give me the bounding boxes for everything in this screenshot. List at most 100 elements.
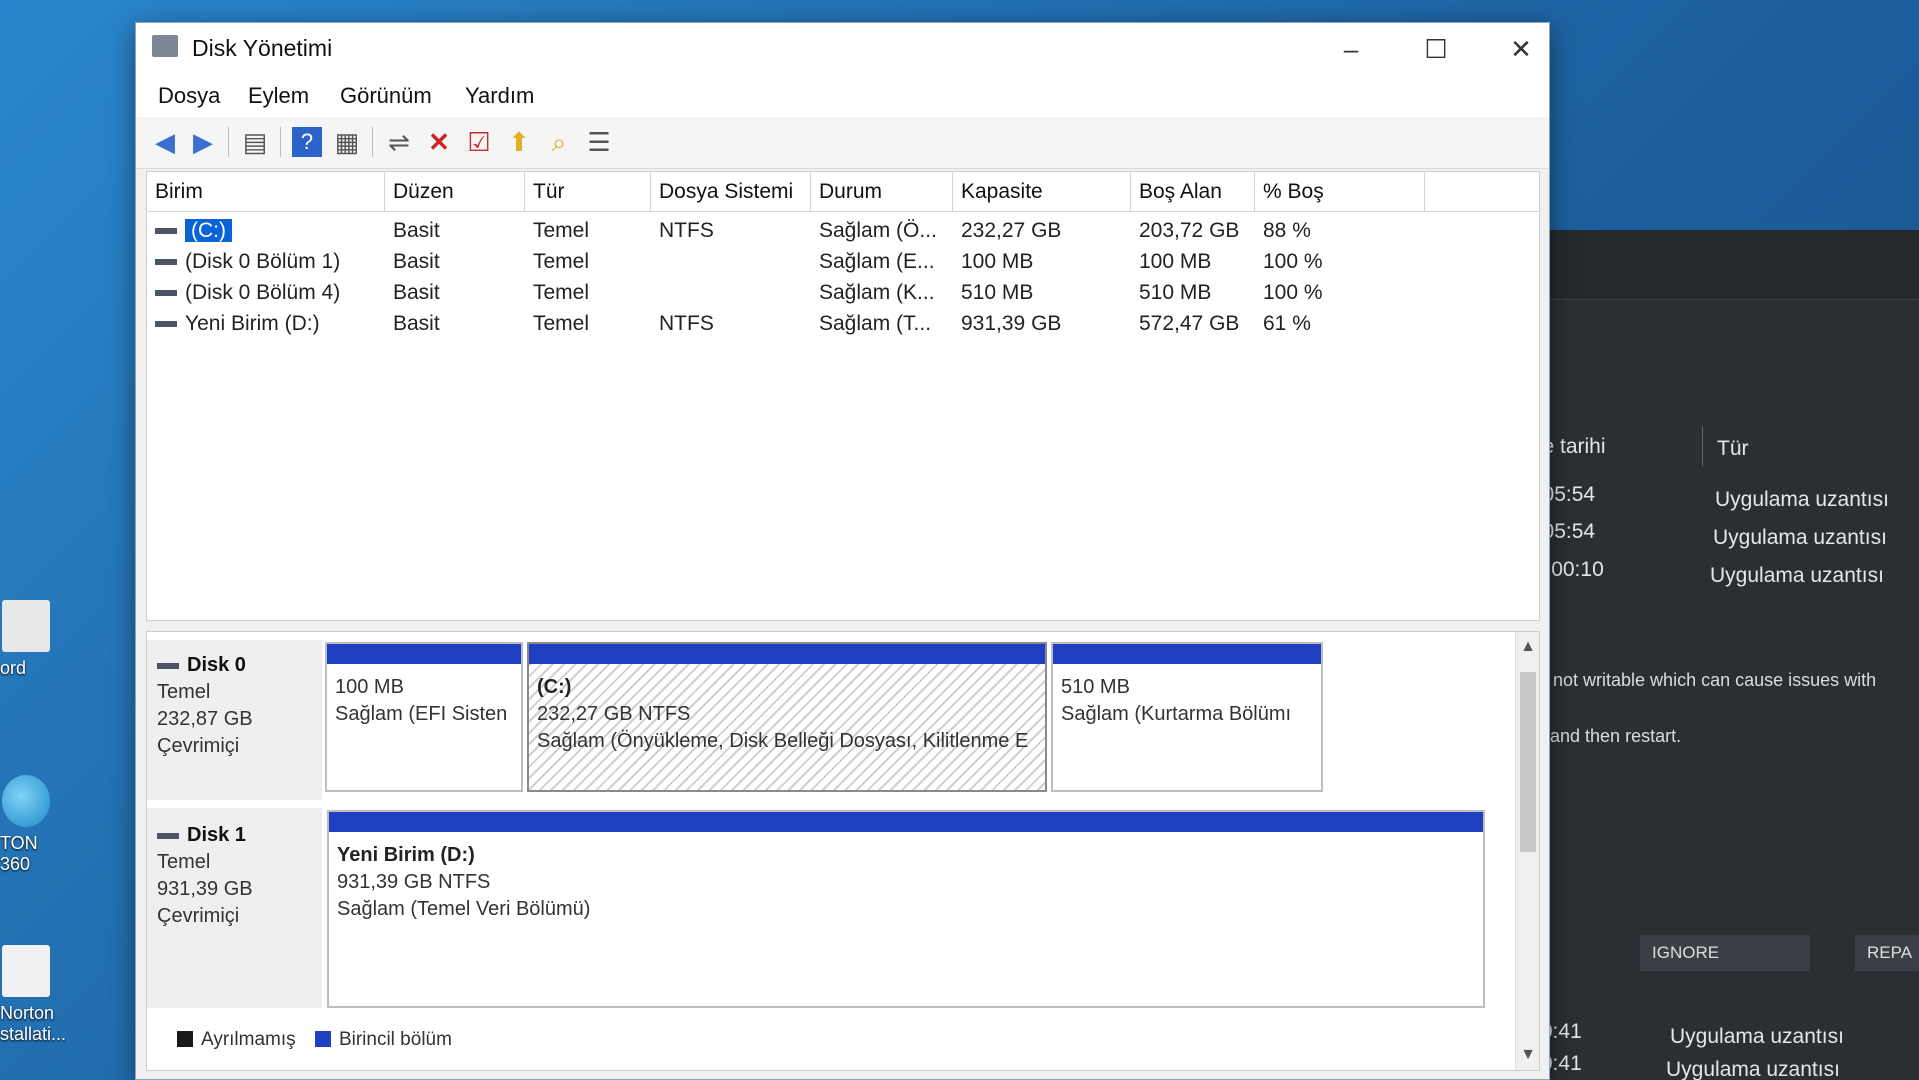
disk-management-icon [152, 35, 178, 57]
ignore-button[interactable]: IGNORE [1640, 935, 1810, 971]
table-row[interactable]: (C:) Basit Temel NTFS Sağlam (Ö... 232,2… [147, 216, 1539, 247]
col-volume[interactable]: Birim [147, 172, 385, 212]
properties-icon[interactable]: ▦ [332, 127, 362, 157]
norton360-icon [2, 775, 50, 827]
connect-icon[interactable]: ⇌ [384, 127, 414, 157]
maximize-button[interactable]: ☐ [1416, 31, 1456, 67]
check-icon[interactable]: ☑ [464, 127, 494, 157]
cell-status: Sağlam (T... [819, 312, 932, 335]
close-button[interactable]: ✕ [1501, 31, 1541, 67]
disk-name: Disk 0 [187, 654, 246, 676]
table-row[interactable]: (Disk 0 Bölüm 1) Basit Temel Sağlam (E..… [147, 247, 1539, 278]
toolbar: ◀ ▶ ▤ ? ▦ ⇌ ✕ ☑ ⬆ ⌕ ☰ [136, 117, 1549, 169]
disk-kind: Temel [157, 851, 211, 873]
disk-management-window: Disk Yönetimi – ☐ ✕ Dosya Eylem Görünüm … [135, 22, 1550, 1080]
partition-size: 100 MB [335, 676, 404, 698]
repair-button[interactable]: REPA [1855, 935, 1919, 971]
table-row[interactable]: (Disk 0 Bölüm 4) Basit Temel Sağlam (K..… [147, 278, 1539, 309]
partition-size: 510 MB [1061, 676, 1130, 698]
primary-swatch [314, 1031, 331, 1047]
disk-0-label-box[interactable]: Disk 0 Temel 232,87 GB Çevrimiçi [147, 640, 322, 800]
toolbar-separator [372, 127, 373, 157]
desktop-icon-label: Norton stallati... [0, 1003, 67, 1044]
partition-d[interactable]: Yeni Birim (D:) 931,39 GB NTFS Sağlam (T… [327, 810, 1485, 1008]
volume-list-header: Birim Düzen Tür Dosya Sistemi Durum Kapa… [147, 172, 1539, 212]
volume-icon [155, 290, 177, 297]
desktop-icon-norton-install[interactable]: Norton stallati... [0, 945, 70, 1045]
cell-percent-free: 100 % [1263, 250, 1323, 273]
row-type: Uygulama uzantısı [1670, 1025, 1844, 1048]
partition-efi[interactable]: 100 MB Sağlam (EFI Sisten [325, 642, 523, 792]
scroll-up-icon[interactable]: ▲ [1516, 638, 1540, 656]
col-filesystem[interactable]: Dosya Sistemi [651, 172, 811, 212]
menu-file[interactable]: Dosya [158, 83, 220, 109]
partition-name: (C:) [537, 676, 572, 698]
partition-c[interactable]: (C:) 232,27 GB NTFS Sağlam (Önyükleme, D… [527, 642, 1047, 792]
primary-partition-bar [329, 812, 1483, 832]
menu-action[interactable]: Eylem [248, 83, 309, 109]
delete-icon[interactable]: ✕ [424, 127, 454, 157]
installer-icon [2, 945, 50, 997]
back-icon[interactable]: ◀ [150, 127, 180, 157]
cell-filesystem [651, 278, 811, 309]
partition-recovery[interactable]: 510 MB Sağlam (Kurtarma Bölümı [1051, 642, 1323, 792]
console-tree-icon[interactable]: ▤ [240, 127, 270, 157]
cell-free-space: 510 MB [1139, 281, 1212, 304]
col-type[interactable]: Tür [525, 172, 651, 212]
list-icon[interactable]: ☰ [584, 127, 614, 157]
disk-1-label-box[interactable]: Disk 1 Temel 931,39 GB Çevrimiçi [147, 808, 322, 1008]
desktop-icon-word[interactable]: ord [0, 600, 70, 679]
menu-view[interactable]: Görünüm [340, 83, 432, 109]
export-icon[interactable]: ⬆ [504, 127, 534, 157]
document-icon [2, 600, 50, 652]
cell-percent-free: 61 % [1263, 312, 1311, 335]
toolbar-separator [228, 127, 229, 157]
disk-icon [157, 662, 179, 669]
cell-type: Temel [533, 312, 590, 335]
col-layout[interactable]: Düzen [385, 172, 525, 212]
volume-list[interactable]: Birim Düzen Tür Dosya Sistemi Durum Kapa… [146, 171, 1540, 621]
cell-filesystem [651, 247, 811, 278]
help-icon[interactable]: ? [292, 127, 322, 157]
partition-name: Yeni Birim (D:) [337, 844, 475, 866]
cell-type: Temel [533, 281, 590, 304]
legend-unallocated: Ayrılmamış [201, 1029, 296, 1050]
volume-icon [155, 259, 177, 266]
title-bar[interactable]: Disk Yönetimi – ☐ ✕ [136, 23, 1549, 73]
desktop-icon-label: TON 360 [0, 833, 38, 874]
disk-name: Disk 1 [187, 824, 246, 846]
col-free-space[interactable]: Boş Alan [1131, 172, 1255, 212]
cell-percent-free: 100 % [1263, 281, 1323, 304]
volume-name: (Disk 0 Bölüm 1) [185, 250, 341, 273]
scroll-down-icon[interactable]: ▼ [1516, 1046, 1540, 1064]
partition-size: 232,27 GB NTFS [537, 703, 691, 725]
cell-type: Temel [533, 250, 590, 273]
primary-partition-bar [1053, 644, 1321, 664]
column-header-type[interactable]: Tür [1717, 437, 1749, 461]
cell-free-space: 100 MB [1139, 250, 1212, 273]
volume-name: (Disk 0 Bölüm 4) [185, 281, 341, 304]
cell-layout: Basit [393, 219, 440, 242]
cell-percent-free: 88 % [1263, 219, 1311, 242]
menu-help[interactable]: Yardım [465, 83, 534, 109]
table-row[interactable]: Yeni Birim (D:) Basit Temel NTFS Sağlam … [147, 309, 1539, 340]
disk-graphical-view[interactable]: Disk 0 Temel 232,87 GB Çevrimiçi 100 MB … [146, 631, 1540, 1071]
row-type: Uygulama uzantısı [1710, 564, 1884, 587]
find-icon[interactable]: ⌕ [544, 127, 574, 157]
unallocated-swatch [177, 1031, 193, 1047]
vertical-scrollbar[interactable]: ▲ ▼ [1515, 632, 1539, 1070]
cell-type: Temel [533, 219, 590, 242]
minimize-button[interactable]: – [1331, 31, 1371, 67]
col-status[interactable]: Durum [811, 172, 953, 212]
cell-status: Sağlam (Ö... [819, 219, 937, 242]
volume-name: (C:) [185, 219, 232, 242]
col-capacity[interactable]: Kapasite [953, 172, 1131, 212]
partition-size: 931,39 GB NTFS [337, 871, 491, 893]
cell-layout: Basit [393, 281, 440, 304]
forward-icon[interactable]: ▶ [188, 127, 218, 157]
warning-text: ntly not writable which can cause issues… [1520, 670, 1877, 690]
scrollbar-thumb[interactable] [1520, 672, 1536, 852]
col-percent-free[interactable]: % Boş [1255, 172, 1425, 212]
menu-bar: Dosya Eylem Görünüm Yardım [136, 73, 1549, 117]
desktop-icon-norton360[interactable]: TON 360 [0, 775, 70, 875]
